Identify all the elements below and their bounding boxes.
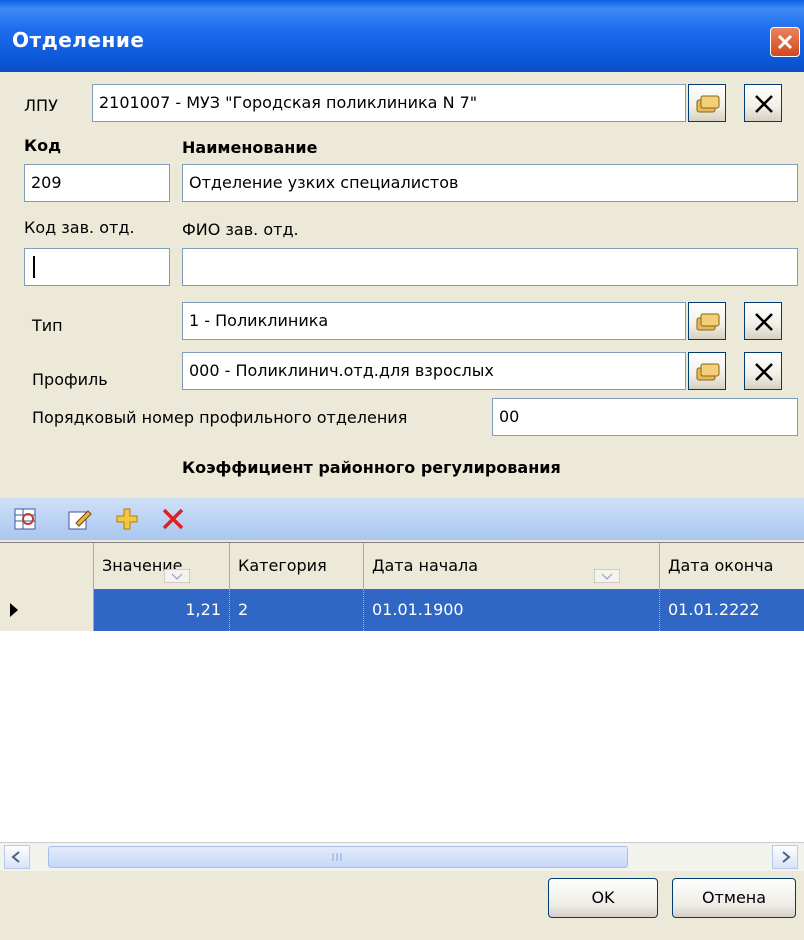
delete-icon[interactable] [160,506,186,532]
type-select-button[interactable] [688,302,726,340]
row-selector[interactable] [0,589,94,631]
name-field[interactable]: Отделение узких специалистов [182,164,798,202]
lpu-select-button[interactable] [688,84,726,122]
column-header-category[interactable]: Категория [230,543,364,589]
edit-icon[interactable] [66,506,92,532]
close-button[interactable] [770,27,800,57]
cell-start-date[interactable]: 01.01.1900 [364,589,660,631]
lpu-field[interactable]: 2101007 - МУЗ "Городская поликлиника N 7… [92,84,686,122]
profile-field[interactable]: 000 - Поликлинич.отд.для взрослых [182,352,686,390]
column-header-start-date[interactable]: Дата начала [364,543,660,589]
lookup-icon [696,95,720,113]
lookup-icon [696,313,720,331]
lookup-icon [696,363,720,381]
row-pointer-icon [10,603,18,617]
name-label: Наименование [182,138,318,157]
cancel-button[interactable]: Отмена [672,878,796,918]
ok-button[interactable]: OK [548,878,658,918]
column-label: Категория [238,556,327,575]
refresh-grid-icon[interactable] [12,506,38,532]
code-label: Код [24,136,61,155]
column-label: Дата оконча [668,556,774,575]
add-icon[interactable] [114,506,140,532]
head-name-label: ФИО зав. отд. [182,220,299,239]
head-code-field[interactable] [24,248,170,286]
coef-section-title: Коэффициент районного регулирования [182,458,561,477]
scroll-left-button[interactable] [4,845,30,869]
type-label: Тип [32,316,63,335]
grid-toolbar [0,498,804,540]
grip-icon [332,853,342,861]
dialog-window: Отделение ЛПУ 2101007 - МУЗ "Городская п… [0,0,804,940]
profile-select-button[interactable] [688,352,726,390]
table-row[interactable]: 1,21 2 01.01.1900 01.01.2222 [0,589,804,631]
type-field[interactable]: 1 - Поликлиника [182,302,686,340]
close-icon [777,34,793,50]
clear-icon [755,95,773,113]
cell-category[interactable]: 2 [230,589,364,631]
profile-number-label: Порядковый номер профильного отделения [32,408,408,427]
cell-end-date[interactable]: 01.01.2222 [660,589,804,631]
head-name-field[interactable] [182,248,798,286]
type-clear-button[interactable] [744,302,782,340]
code-field[interactable]: 209 [24,164,170,202]
scroll-thumb[interactable] [48,846,628,868]
coef-grid[interactable]: Значение Категория Дата начала Дата окон… [0,542,804,843]
column-header-end-date[interactable]: Дата оконча [660,543,804,589]
row-indicator-header [0,543,94,589]
horizontal-scrollbar[interactable] [0,842,804,871]
title-bar[interactable]: Отделение [0,0,804,72]
arrow-left-icon [11,851,20,863]
grid-header: Значение Категория Дата начала Дата окон… [0,543,804,590]
profile-label: Профиль [32,370,108,389]
filter-dropdown-icon[interactable] [594,569,620,583]
column-label: Дата начала [372,556,479,575]
head-code-label: Код зав. отд. [24,218,135,237]
cell-value[interactable]: 1,21 [94,589,230,631]
filter-dropdown-icon[interactable] [164,569,190,583]
lpu-label: ЛПУ [24,96,58,115]
clear-icon [755,363,773,381]
lpu-clear-button[interactable] [744,84,782,122]
window-title: Отделение [12,28,145,52]
clear-icon [755,313,773,331]
profile-number-field[interactable]: 00 [492,398,798,436]
column-header-value[interactable]: Значение [94,543,230,589]
profile-clear-button[interactable] [744,352,782,390]
text-cursor [33,256,35,278]
arrow-right-icon [782,851,791,863]
scroll-right-button[interactable] [772,845,798,869]
